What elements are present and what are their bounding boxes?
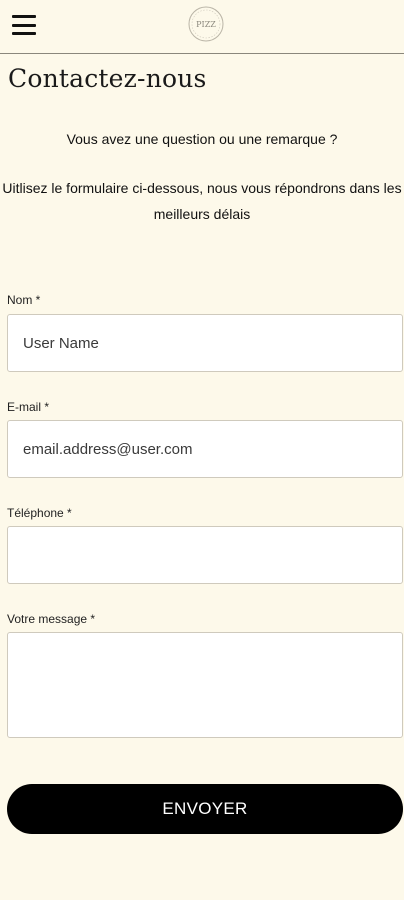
email-label: E-mail *	[7, 400, 50, 414]
page-title: Contactez-nous	[8, 64, 207, 93]
phone-input[interactable]	[7, 526, 403, 584]
menu-bar-line	[12, 15, 36, 18]
top-header: PIZZ	[0, 0, 404, 54]
name-label: Nom *	[7, 293, 41, 307]
email-input[interactable]	[7, 420, 403, 478]
hamburger-menu-icon[interactable]	[12, 15, 38, 35]
logo-text: PIZZ	[196, 20, 216, 29]
menu-bar-line	[12, 23, 36, 27]
intro-instructions: Uitlisez le formulaire ci-dessous, nous …	[2, 180, 402, 222]
phone-label: Téléphone *	[7, 506, 72, 520]
menu-bar-line	[12, 32, 36, 35]
message-label: Votre message *	[7, 612, 96, 626]
submit-button[interactable]: ENVOYER	[7, 784, 403, 834]
name-input[interactable]	[7, 314, 403, 372]
message-textarea[interactable]	[7, 632, 403, 738]
intro-question: Vous avez une question ou une remarque ?	[66, 131, 338, 147]
brand-logo[interactable]: PIZZ	[186, 5, 226, 43]
